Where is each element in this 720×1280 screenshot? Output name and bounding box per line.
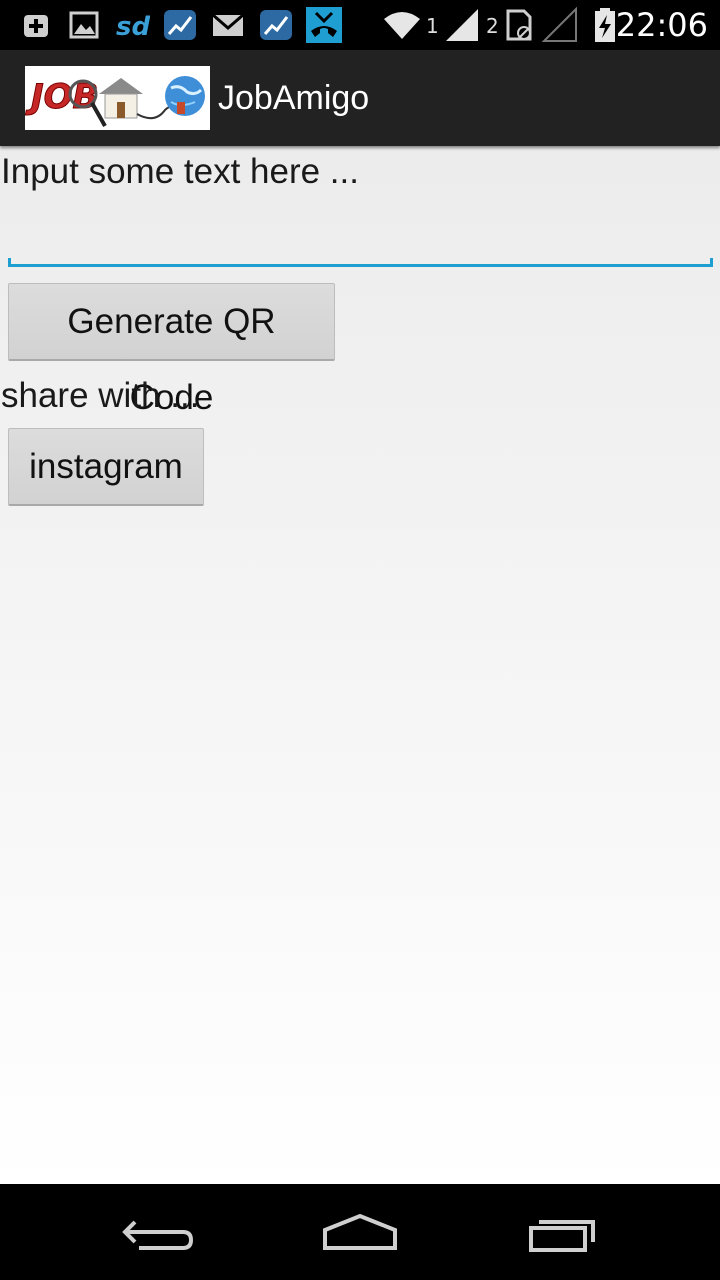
signal-icon (446, 9, 478, 41)
jobamigo-logo-icon: JOB (25, 66, 210, 130)
app-logo[interactable]: JOB (25, 66, 210, 130)
navigation-bar (0, 1184, 720, 1280)
sd-card-icon: sd (116, 12, 150, 42)
input-tick-right (710, 258, 713, 266)
input-underline (8, 264, 713, 267)
missed-call-icon (306, 7, 342, 43)
mail-icon (212, 13, 244, 36)
instagram-button[interactable]: instagram (8, 428, 204, 506)
home-icon[interactable] (305, 1202, 415, 1262)
action-bar: JOB JobAmigo (0, 50, 720, 146)
status-bar: sd 1 2 22:06 (0, 0, 720, 50)
recent-apps-icon[interactable] (505, 1202, 615, 1262)
generate-qr-code-button[interactable]: Generate QR Code (8, 283, 335, 417)
svg-text:sd: sd (116, 12, 150, 42)
sim2-label: 2 (486, 14, 499, 38)
gallery-icon (69, 11, 99, 39)
wifi-icon (384, 12, 420, 39)
input-label: Input some text here ... (1, 152, 359, 191)
stocks-icon (164, 10, 196, 40)
signal-empty-icon (542, 7, 577, 42)
add-notification-icon (24, 15, 48, 37)
back-icon[interactable] (105, 1202, 215, 1262)
app-title: JobAmigo (218, 79, 370, 117)
main-content: Input some text here ... Generate QR Cod… (0, 146, 720, 1184)
no-sim-icon (506, 9, 532, 41)
stocks-icon (260, 10, 292, 40)
clock: 22:06 (615, 6, 708, 44)
sim1-label: 1 (426, 14, 439, 38)
input-tick-left (8, 258, 11, 266)
share-label: share with ... (1, 376, 200, 415)
text-input[interactable] (8, 208, 713, 264)
